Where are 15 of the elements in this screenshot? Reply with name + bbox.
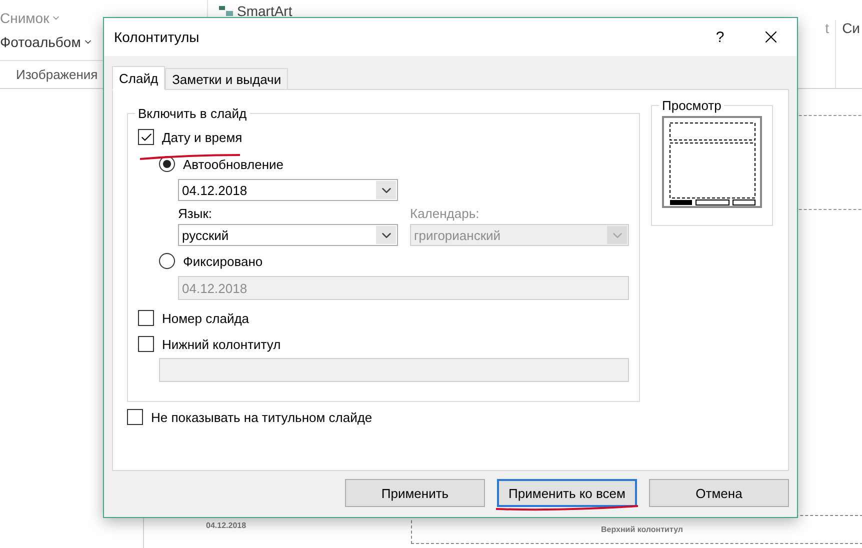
checkbox-label: Не показывать на титульном слайде: [151, 410, 372, 424]
field-label: Язык:: [178, 206, 213, 221]
window-title: Колонтитулы: [114, 29, 200, 45]
ribbon-label: t: [825, 20, 830, 38]
ribbon-label: Си: [835, 20, 860, 88]
group-title: Включить в слайд: [137, 106, 248, 121]
checkbox-label: Нижний колонтитул: [162, 336, 281, 352]
placeholder-text: Верхний колонтитул: [600, 525, 683, 534]
checkbox-label: Дату и время: [162, 130, 242, 144]
checkbox-label: Номер слайда: [162, 310, 250, 326]
slide-date: 04.12.2018: [206, 521, 246, 530]
radio-label: Автообновление: [183, 156, 284, 172]
group-title: Просмотр: [661, 98, 722, 113]
field-label: Календарь:: [410, 206, 480, 221]
radio-label: Фиксировано: [183, 254, 263, 268]
